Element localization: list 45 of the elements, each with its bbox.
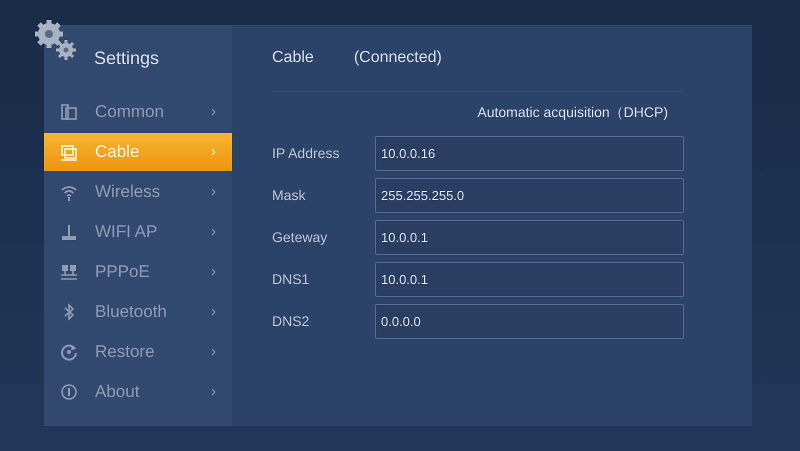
item-label: Restore [95, 341, 156, 364]
monitor-icon [59, 142, 79, 162]
item-label: Cable [95, 141, 140, 164]
input-field[interactable]: 0.0.0.0 [375, 304, 684, 339]
sidebar-item[interactable]: About › [44, 373, 232, 411]
item-label: Bluetooth [95, 301, 168, 324]
input-field[interactable]: 10.0.0.1 [375, 262, 684, 297]
network-icon [59, 262, 79, 282]
field-label: IP Address [272, 144, 340, 163]
section-title: Cable [272, 48, 314, 68]
chevron-icon: › [211, 180, 216, 204]
item-label: Common [95, 101, 165, 124]
input-field[interactable]: 10.0.0.1 [375, 220, 684, 255]
chevron-icon: › [211, 340, 216, 364]
sidebar-item[interactable]: WIFI AP › [44, 213, 232, 251]
item-label: Wireless [95, 181, 162, 204]
item-label: PPPoE [95, 261, 151, 284]
sidebar-item[interactable]: PPPoE › [44, 253, 232, 291]
sidebar-title: Settings [94, 47, 160, 70]
connection-status: (Connected) [354, 48, 442, 68]
sidebar-item[interactable]: Wireless › [44, 173, 232, 211]
field-label: DNS1 [272, 270, 310, 289]
chevron-icon: › [211, 100, 216, 124]
field-label: Geteway [272, 228, 328, 247]
sidebar-item[interactable]: Common › [44, 93, 232, 131]
field-label: Mask [272, 186, 306, 205]
item-label: About [95, 381, 140, 404]
input-field[interactable]: 255.255.255.0 [375, 178, 684, 213]
chevron-icon: › [211, 140, 216, 164]
window-icon [59, 102, 79, 122]
input-field[interactable]: 10.0.0.16 [375, 136, 684, 171]
gear-icon [32, 17, 77, 62]
antenna-icon [59, 222, 79, 242]
chevron-icon: › [211, 300, 216, 324]
field-label: DNS2 [272, 312, 310, 331]
sidebar-item[interactable]: Cable › [44, 133, 232, 171]
chevron-icon: › [211, 380, 216, 404]
chevron-icon: › [211, 220, 216, 244]
sidebar-item[interactable]: Restore › [44, 333, 232, 371]
chevron-icon: › [211, 260, 216, 284]
sidebar-item[interactable]: Bluetooth › [44, 293, 232, 331]
item-label: WIFI AP [95, 221, 158, 244]
info-icon [59, 382, 79, 402]
mode-label: Automatic acquisition（DHCP) [477, 103, 668, 122]
refresh-icon [59, 342, 79, 362]
